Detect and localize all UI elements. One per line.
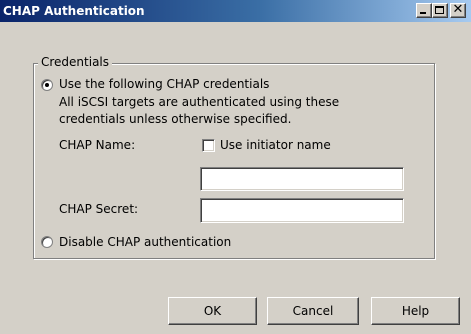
chap-secret-label: CHAP Secret: [59, 202, 139, 216]
description-line-1: All iSCSI targets are authenticated usin… [59, 95, 340, 109]
chap-secret-input[interactable] [200, 198, 404, 223]
credentials-group-label: Credentials [38, 55, 113, 70]
window-title: CHAP Authentication [3, 4, 145, 18]
close-button[interactable]: ✕ [450, 2, 466, 18]
help-button[interactable]: Help [371, 297, 460, 325]
close-icon: ✕ [452, 2, 464, 17]
cancel-button[interactable]: Cancel [267, 297, 359, 325]
disable-chap-label[interactable]: Disable CHAP authentication [59, 235, 231, 250]
ok-button[interactable]: OK [168, 297, 257, 325]
maximize-button[interactable] [432, 3, 448, 18]
maximize-icon [435, 6, 444, 14]
credentials-groupbox [33, 63, 435, 259]
minimize-icon [420, 12, 426, 14]
use-initiator-name-checkbox[interactable] [202, 139, 215, 152]
use-chap-credentials-label[interactable]: Use the following CHAP credentials [59, 77, 269, 92]
minimize-button[interactable] [416, 3, 432, 18]
description-line-2: credentials unless otherwise specified. [59, 112, 292, 126]
title-bar[interactable]: CHAP Authentication ✕ [0, 0, 471, 22]
use-chap-credentials-radio[interactable] [41, 79, 53, 91]
chap-authentication-dialog: CHAP Authentication ✕ Credentials Use th… [0, 0, 471, 334]
chap-name-input[interactable] [200, 167, 404, 191]
use-initiator-name-label[interactable]: Use initiator name [220, 138, 331, 153]
chap-name-label: CHAP Name: [59, 138, 136, 152]
disable-chap-radio[interactable] [41, 236, 53, 248]
